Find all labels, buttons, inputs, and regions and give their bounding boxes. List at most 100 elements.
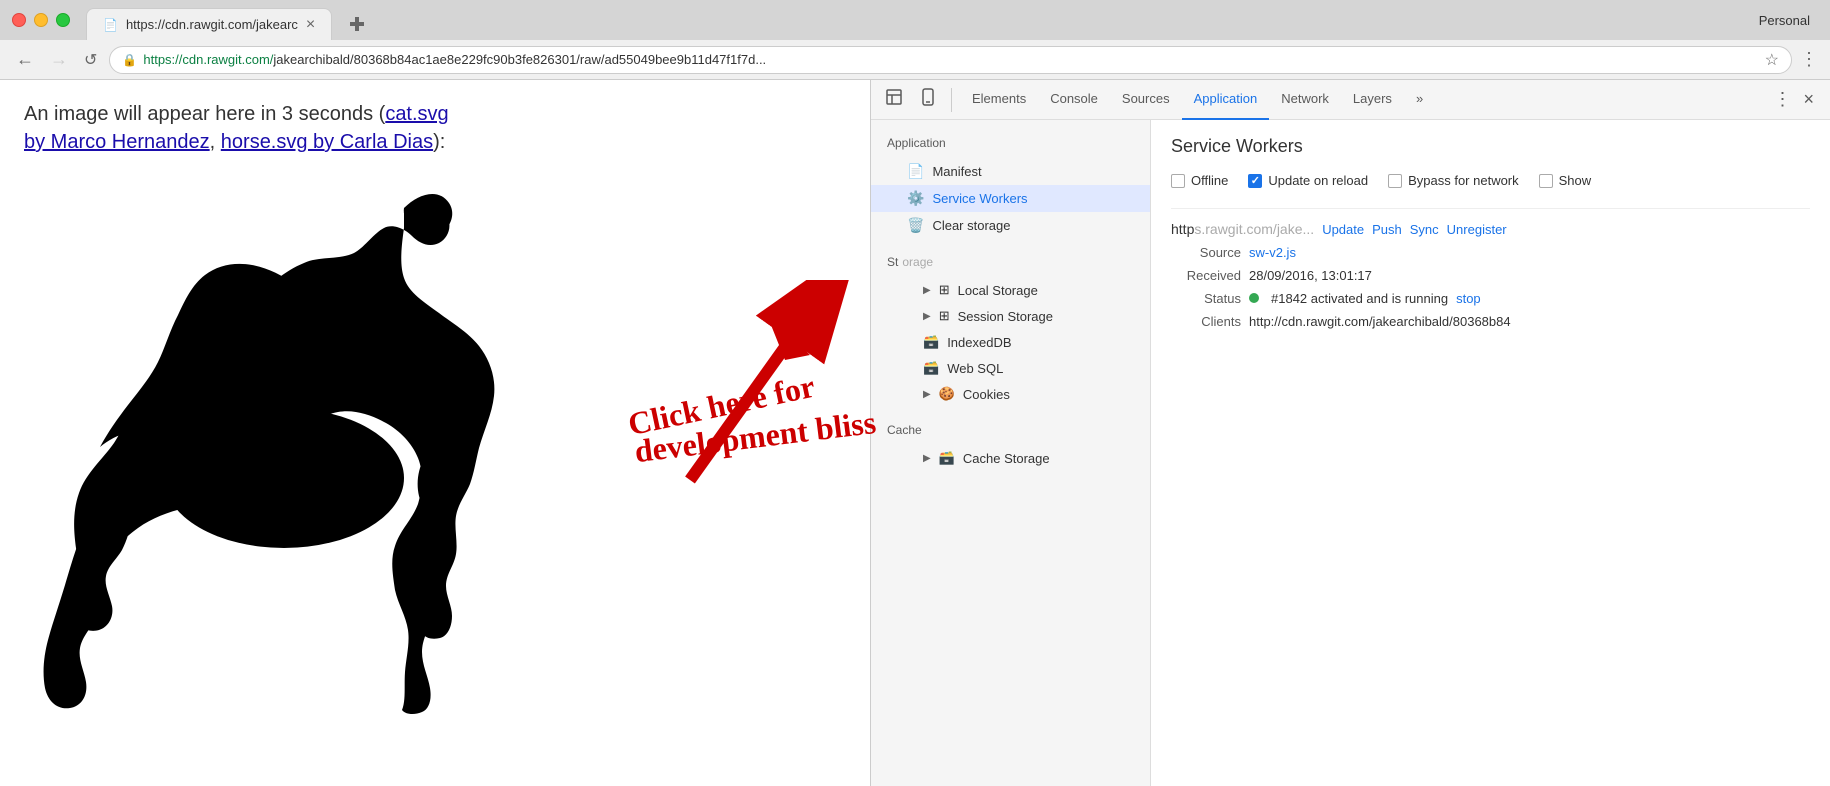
tab-elements[interactable]: Elements: [960, 80, 1038, 120]
tab-console[interactable]: Console: [1038, 80, 1110, 120]
horse-image: [24, 168, 846, 653]
web-sql-label: Web SQL: [947, 361, 1003, 376]
address-bar: ← → ↺ 🔒 https://cdn.rawgit.com/jakearchi…: [0, 40, 1830, 80]
update-on-reload-option[interactable]: Update on reload: [1248, 173, 1368, 188]
tab-page-icon: 📄: [103, 18, 118, 32]
cookies-label: Cookies: [963, 387, 1010, 402]
clear-storage-label: Clear storage: [932, 218, 1010, 233]
service-workers-icon: ⚙️: [907, 190, 924, 207]
offline-option[interactable]: Offline: [1171, 173, 1228, 188]
sidebar-item-session-storage[interactable]: ▶ ⊞ Session Storage: [871, 303, 1150, 329]
text-before: An image will appear here in 3 seconds (: [24, 103, 385, 125]
text-after: ):: [433, 131, 445, 153]
minimize-button[interactable]: [34, 13, 48, 27]
inspect-element-button[interactable]: [879, 84, 909, 115]
devtools-tabs: Elements Console Sources Application Net…: [960, 80, 1769, 120]
traffic-lights: [12, 13, 70, 27]
bypass-for-network-label: Bypass for network: [1408, 173, 1519, 188]
bypass-for-network-checkbox[interactable]: [1388, 174, 1402, 188]
close-button[interactable]: [12, 13, 26, 27]
sidebar-item-cookies[interactable]: ▶ 🍪 Cookies: [871, 381, 1150, 407]
update-on-reload-checkbox[interactable]: [1248, 174, 1262, 188]
session-storage-expand-icon: ▶: [923, 311, 931, 322]
sw-source-row: Source sw-v2.js: [1171, 245, 1810, 260]
url-text: https://cdn.rawgit.com/jakearchibald/803…: [143, 52, 1758, 67]
page-text: An image will appear here in 3 seconds (…: [24, 100, 846, 156]
tab-more[interactable]: »: [1404, 80, 1435, 120]
local-storage-icon: ⊞: [939, 282, 950, 298]
device-mode-button[interactable]: [913, 84, 943, 115]
session-storage-label: Session Storage: [958, 309, 1053, 324]
tab-network[interactable]: Network: [1269, 80, 1341, 120]
offline-checkbox[interactable]: [1171, 174, 1185, 188]
sidebar-item-manifest[interactable]: 📄 Manifest: [871, 158, 1150, 185]
tab-close-button[interactable]: ×: [306, 16, 315, 34]
devtools-body: Application 📄 Manifest ⚙️ Service Worker…: [871, 120, 1830, 786]
devtools-options-button[interactable]: ⋮: [1773, 89, 1791, 110]
sidebar-group-title-cache: Cache: [871, 415, 1150, 445]
active-tab[interactable]: 📄 https://cdn.rawgit.com/jakearc ×: [86, 8, 332, 40]
sidebar-group-title-storage: Storage: [871, 247, 1150, 277]
devtools-close-button[interactable]: ×: [1795, 85, 1822, 114]
sidebar-section-cache: Cache ▶ 🗃️ Cache Storage: [871, 415, 1150, 471]
secure-icon: 🔒: [122, 53, 137, 67]
show-option[interactable]: Show: [1539, 173, 1592, 188]
sw-push-link[interactable]: Push: [1372, 222, 1402, 237]
back-button[interactable]: ←: [12, 45, 38, 74]
sw-unregister-link[interactable]: Unregister: [1447, 222, 1507, 237]
devtools-main-panel: Service Workers Offline Update on reload: [1151, 120, 1830, 786]
bookmark-icon[interactable]: ☆: [1765, 50, 1779, 70]
manifest-label: Manifest: [932, 164, 981, 179]
web-sql-icon: 🗃️: [923, 360, 939, 376]
fullscreen-button[interactable]: [56, 13, 70, 27]
sidebar-item-local-storage[interactable]: ▶ ⊞ Local Storage: [871, 277, 1150, 303]
sw-received-label: Received: [1171, 268, 1241, 283]
sw-status-row: Status #1842 activated and is running st…: [1171, 291, 1810, 306]
indexeddb-label: IndexedDB: [947, 335, 1011, 350]
manifest-icon: 📄: [907, 163, 924, 180]
horse-svg-link[interactable]: horse.svg by Carla Dias: [221, 131, 433, 153]
clear-storage-icon: 🗑️: [907, 217, 924, 234]
sidebar-section-storage: Storage ▶ ⊞ Local Storage ▶ ⊞ Session St…: [871, 247, 1150, 407]
sw-status-dot: [1249, 293, 1259, 303]
show-checkbox[interactable]: [1539, 174, 1553, 188]
tab-sources[interactable]: Sources: [1110, 80, 1182, 120]
sw-clients-label: Clients: [1171, 314, 1241, 329]
url-rest: jakearchibald/80368b84ac1ae8e229fc90b3fe…: [273, 52, 766, 67]
toolbar-separator: [951, 88, 952, 112]
url-green-part: https://cdn.rawgit.com/: [143, 52, 273, 67]
tab-url: https://cdn.rawgit.com/jakearc: [126, 17, 298, 32]
sw-received-value: 28/09/2016, 13:01:17: [1249, 268, 1372, 283]
sidebar-item-web-sql[interactable]: 🗃️ Web SQL: [871, 355, 1150, 381]
bypass-for-network-option[interactable]: Bypass for network: [1388, 173, 1519, 188]
sw-stop-link[interactable]: stop: [1456, 291, 1481, 306]
cache-storage-expand-icon: ▶: [923, 453, 931, 464]
indexeddb-icon: 🗃️: [923, 334, 939, 350]
sw-sync-link[interactable]: Sync: [1410, 222, 1439, 237]
title-bar: 📄 https://cdn.rawgit.com/jakearc × Perso…: [0, 0, 1830, 40]
sw-source-link[interactable]: sw-v2.js: [1249, 245, 1296, 260]
devtools-panel: Elements Console Sources Application Net…: [870, 80, 1830, 786]
tab-bar: 📄 https://cdn.rawgit.com/jakearc ×: [78, 0, 1743, 40]
content-wrapper: An image will appear here in 3 seconds (…: [0, 80, 1830, 786]
service-workers-label: Service Workers: [932, 191, 1027, 206]
horse-silhouette: [0, 240, 550, 720]
sw-status-label: Status: [1171, 291, 1241, 306]
service-workers-title: Service Workers: [1171, 136, 1810, 157]
browser-menu-button[interactable]: ⋮: [1800, 49, 1818, 70]
sw-update-link[interactable]: Update: [1322, 222, 1364, 237]
profile-button[interactable]: Personal: [1751, 9, 1818, 32]
refresh-button[interactable]: ↺: [80, 46, 101, 74]
sidebar-item-service-workers[interactable]: ⚙️ Service Workers: [871, 185, 1150, 212]
sw-received-row: Received 28/09/2016, 13:01:17: [1171, 268, 1810, 283]
local-storage-expand-icon: ▶: [923, 285, 931, 296]
url-bar[interactable]: 🔒 https://cdn.rawgit.com/jakearchibald/8…: [109, 46, 1792, 74]
sw-clients-row: Clients http://cdn.rawgit.com/jakearchib…: [1171, 314, 1810, 329]
sidebar-item-clear-storage[interactable]: 🗑️ Clear storage: [871, 212, 1150, 239]
new-tab-button[interactable]: [332, 8, 382, 40]
tab-layers[interactable]: Layers: [1341, 80, 1404, 120]
sidebar-item-cache-storage[interactable]: ▶ 🗃️ Cache Storage: [871, 445, 1150, 471]
sidebar-item-indexeddb[interactable]: 🗃️ IndexedDB: [871, 329, 1150, 355]
local-storage-label: Local Storage: [958, 283, 1038, 298]
tab-application[interactable]: Application: [1182, 80, 1270, 120]
